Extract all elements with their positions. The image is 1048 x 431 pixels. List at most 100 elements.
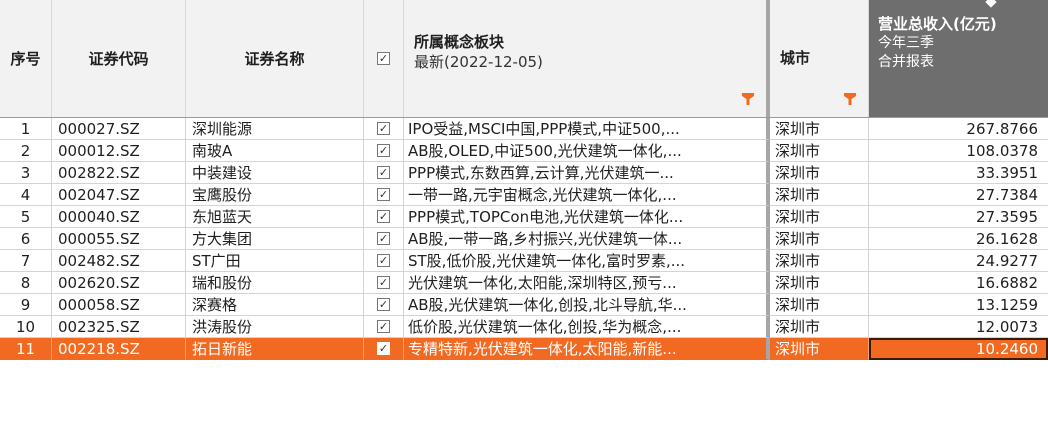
row-checkbox[interactable]: ✓ [377,166,390,179]
city[interactable]: 深圳市 [770,228,869,250]
security-code[interactable]: 002620.SZ [52,272,186,294]
security-code[interactable]: 000027.SZ [52,118,186,140]
security-name[interactable]: 瑞和股份 [186,272,364,294]
header-concept[interactable]: 所属概念板块 最新(2022-12-05) [404,0,770,117]
security-name[interactable]: 洪涛股份 [186,316,364,338]
header-name[interactable]: 证券名称 [186,0,364,117]
security-code[interactable]: 000012.SZ [52,140,186,162]
concept-sectors[interactable]: PPP模式,东数西算,云计算,光伏建筑一... [404,162,770,184]
table-row[interactable]: 10 002325.SZ 洪涛股份 ✓ 低价股,光伏建筑一体化,创投,华为概念,... 深… [0,316,1048,338]
concept-sectors[interactable]: AB股,一带一路,乡村振兴,光伏建筑一体... [404,228,770,250]
row-checkbox[interactable]: ✓ [377,232,390,245]
concept-sectors[interactable]: 光伏建筑一体化,太阳能,深圳特区,预亏... [404,272,770,294]
row-checkbox[interactable]: ✓ [377,254,390,267]
security-code[interactable]: 002482.SZ [52,250,186,272]
row-checkbox[interactable]: ✓ [377,320,390,333]
security-name[interactable]: 拓日新能 [186,338,364,360]
row-index[interactable]: 3 [0,162,52,184]
city[interactable]: 深圳市 [770,162,869,184]
table-row[interactable]: 5 000040.SZ 东旭蓝天 ✓ PPP模式,TOPCon电池,光伏建筑一体化...… [0,206,1048,228]
city[interactable]: 深圳市 [770,184,869,206]
table-row[interactable]: 3 002822.SZ 中装建设 ✓ PPP模式,东数西算,云计算,光伏建筑一... 深圳… [0,162,1048,184]
header-select-all[interactable]: ✓ [364,0,404,117]
city[interactable]: 深圳市 [770,140,869,162]
row-index[interactable]: 11 [0,338,52,360]
security-name[interactable]: 南玻A [186,140,364,162]
security-code[interactable]: 000058.SZ [52,294,186,316]
concept-sectors[interactable]: AB股,光伏建筑一体化,创投,北斗导航,华... [404,294,770,316]
row-checkbox-cell: ✓ [364,206,404,228]
header-code[interactable]: 证券代码 [52,0,186,117]
total-revenue[interactable]: 13.1259 [869,294,1048,316]
concept-sectors[interactable]: 低价股,光伏建筑一体化,创投,华为概念,... [404,316,770,338]
table-row[interactable]: 2 000012.SZ 南玻A ✓ AB股,OLED,中证500,光伏建筑一体化,...… [0,140,1048,162]
filter-icon[interactable] [844,93,856,105]
table-row[interactable]: 4 002047.SZ 宝鹰股份 ✓ 一带一路,元宇宙概念,光伏建筑一体化,... 深圳市… [0,184,1048,206]
city[interactable]: 深圳市 [770,338,869,360]
security-name[interactable]: 东旭蓝天 [186,206,364,228]
concept-sectors[interactable]: ST股,低价股,光伏建筑一体化,富时罗素,... [404,250,770,272]
header-index[interactable]: 序号 [0,0,52,117]
table-row[interactable]: 1 000027.SZ 深圳能源 ✓ IPO受益,MSCI中国,PPP模式,中证500,… [0,118,1048,140]
table-row[interactable]: 6 000055.SZ 方大集团 ✓ AB股,一带一路,乡村振兴,光伏建筑一体... 深圳… [0,228,1048,250]
row-index[interactable]: 2 [0,140,52,162]
table-row[interactable]: 9 000058.SZ 深赛格 ✓ AB股,光伏建筑一体化,创投,北斗导航,华... 深圳… [0,294,1048,316]
security-name[interactable]: ST广田 [186,250,364,272]
security-code[interactable]: 002047.SZ [52,184,186,206]
total-revenue[interactable]: 24.9277 [869,250,1048,272]
security-code[interactable]: 002325.SZ [52,316,186,338]
concept-sectors[interactable]: PPP模式,TOPCon电池,光伏建筑一体化... [404,206,770,228]
row-index[interactable]: 4 [0,184,52,206]
row-index[interactable]: 9 [0,294,52,316]
security-name[interactable]: 深赛格 [186,294,364,316]
total-revenue[interactable]: 12.0073 [869,316,1048,338]
row-checkbox[interactable]: ✓ [377,298,390,311]
total-revenue[interactable]: 26.1628 [869,228,1048,250]
total-revenue[interactable]: 27.3595 [869,206,1048,228]
row-index[interactable]: 10 [0,316,52,338]
city[interactable]: 深圳市 [770,272,869,294]
row-index[interactable]: 6 [0,228,52,250]
row-checkbox[interactable]: ✓ [377,276,390,289]
row-index[interactable]: 8 [0,272,52,294]
security-name[interactable]: 宝鹰股份 [186,184,364,206]
table-row[interactable]: 11 002218.SZ 拓日新能 ✓ 专精特新,光伏建筑一体化,太阳能,新能... 深圳… [0,338,1048,360]
row-checkbox[interactable]: ✓ [377,210,390,223]
security-code[interactable]: 002822.SZ [52,162,186,184]
concept-sectors[interactable]: 一带一路,元宇宙概念,光伏建筑一体化,... [404,184,770,206]
row-index[interactable]: 1 [0,118,52,140]
concept-sectors[interactable]: 专精特新,光伏建筑一体化,太阳能,新能... [404,338,770,360]
filter-icon[interactable] [742,93,754,105]
row-checkbox[interactable]: ✓ [377,144,390,157]
row-checkbox[interactable]: ✓ [377,342,390,355]
row-index[interactable]: 7 [0,250,52,272]
city[interactable]: 深圳市 [770,118,869,140]
row-checkbox[interactable]: ✓ [377,122,390,135]
total-revenue[interactable]: 16.6882 [869,272,1048,294]
security-code[interactable]: 002218.SZ [52,338,186,360]
row-checkbox[interactable]: ✓ [377,188,390,201]
concept-sectors[interactable]: AB股,OLED,中证500,光伏建筑一体化,... [404,140,770,162]
total-revenue[interactable]: 27.7384 [869,184,1048,206]
table-row[interactable]: 7 002482.SZ ST广田 ✓ ST股,低价股,光伏建筑一体化,富时罗素,... 深… [0,250,1048,272]
city[interactable]: 深圳市 [770,316,869,338]
city[interactable]: 深圳市 [770,250,869,272]
concept-sectors[interactable]: IPO受益,MSCI中国,PPP模式,中证500,... [404,118,770,140]
city[interactable]: 深圳市 [770,206,869,228]
header-name-label: 证券名称 [244,50,305,68]
total-revenue[interactable]: 10.2460 [869,338,1048,360]
total-revenue[interactable]: 267.8766 [869,118,1048,140]
security-code[interactable]: 000040.SZ [52,206,186,228]
security-name[interactable]: 中装建设 [186,162,364,184]
row-index[interactable]: 5 [0,206,52,228]
security-code[interactable]: 000055.SZ [52,228,186,250]
table-row[interactable]: 8 002620.SZ 瑞和股份 ✓ 光伏建筑一体化,太阳能,深圳特区,预亏... 深圳市… [0,272,1048,294]
city[interactable]: 深圳市 [770,294,869,316]
header-revenue[interactable]: 营业总收入(亿元) 今年三季 合并报表 [869,0,1048,117]
total-revenue[interactable]: 33.3951 [869,162,1048,184]
security-name[interactable]: 深圳能源 [186,118,364,140]
security-name[interactable]: 方大集团 [186,228,364,250]
total-revenue[interactable]: 108.0378 [869,140,1048,162]
select-all-checkbox[interactable]: ✓ [377,52,390,65]
header-city[interactable]: 城市 [770,0,869,117]
